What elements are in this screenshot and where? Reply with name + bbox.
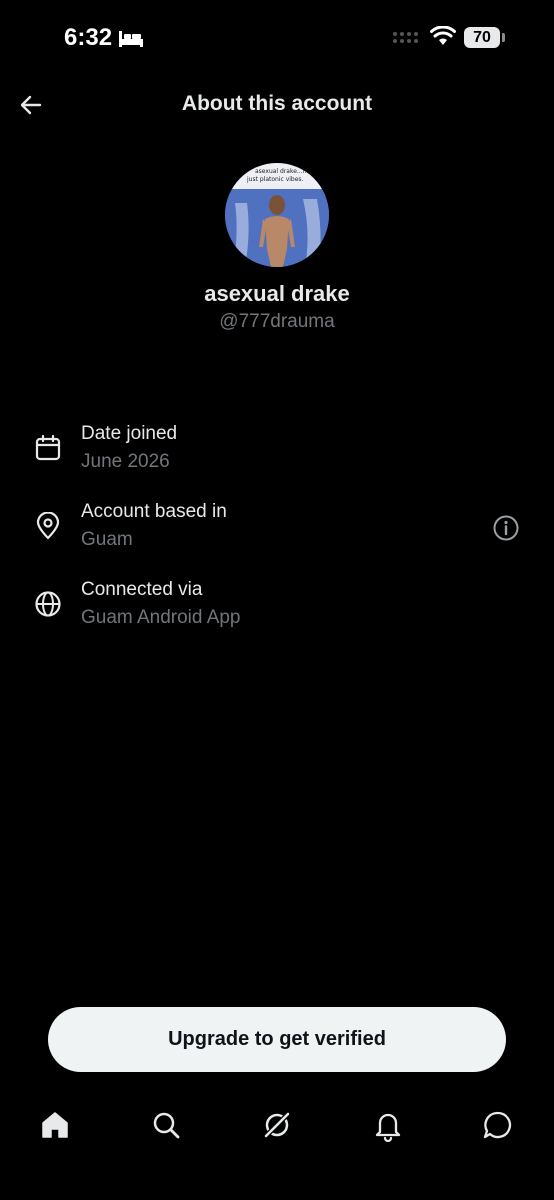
grok-icon[interactable] [260,1108,294,1142]
row-value: Guam Android App [81,607,241,628]
calendar-icon [35,434,61,461]
avatar-caption-line1: asexual drake...no di [255,168,318,175]
messages-icon[interactable] [481,1108,515,1142]
bed-icon [119,31,143,47]
row-label: Connected via [81,579,203,600]
username-handle: @777drauma [219,311,335,332]
status-time: 6:32 [64,24,113,51]
avatar-image: asexual drake...no di just platonic vibe… [225,163,329,267]
row-value: June 2026 [81,451,170,472]
avatar[interactable]: asexual drake...no di just platonic vibe… [225,163,329,267]
info-row-connected-via: Connected via Guam Android App [0,579,554,639]
search-icon[interactable] [149,1108,183,1142]
globe-icon [35,591,61,617]
row-label: Date joined [81,423,178,444]
display-name: asexual drake [204,281,350,306]
location-pin-icon [36,512,60,540]
avatar-caption-line2: just platonic vibes. [246,176,304,183]
wifi-icon [430,26,456,45]
header: About this account [0,76,554,132]
cellular-signal-icon [393,32,418,43]
bell-icon[interactable] [371,1108,405,1142]
info-circle-icon[interactable] [492,514,520,542]
battery-indicator: 70 [464,27,500,48]
upgrade-verified-button[interactable]: Upgrade to get verified [48,1007,506,1072]
home-icon[interactable] [38,1108,72,1142]
status-bar: 6:32 70 [0,0,554,76]
row-label: Account based in [81,501,227,522]
page-title: About this account [181,92,373,115]
battery-tip [502,33,505,42]
bottom-nav [0,1100,554,1150]
info-row-account-based-in: Account based in Guam [0,501,554,561]
info-row-date-joined: Date joined June 2026 [0,423,554,483]
row-value: Guam [81,529,133,550]
